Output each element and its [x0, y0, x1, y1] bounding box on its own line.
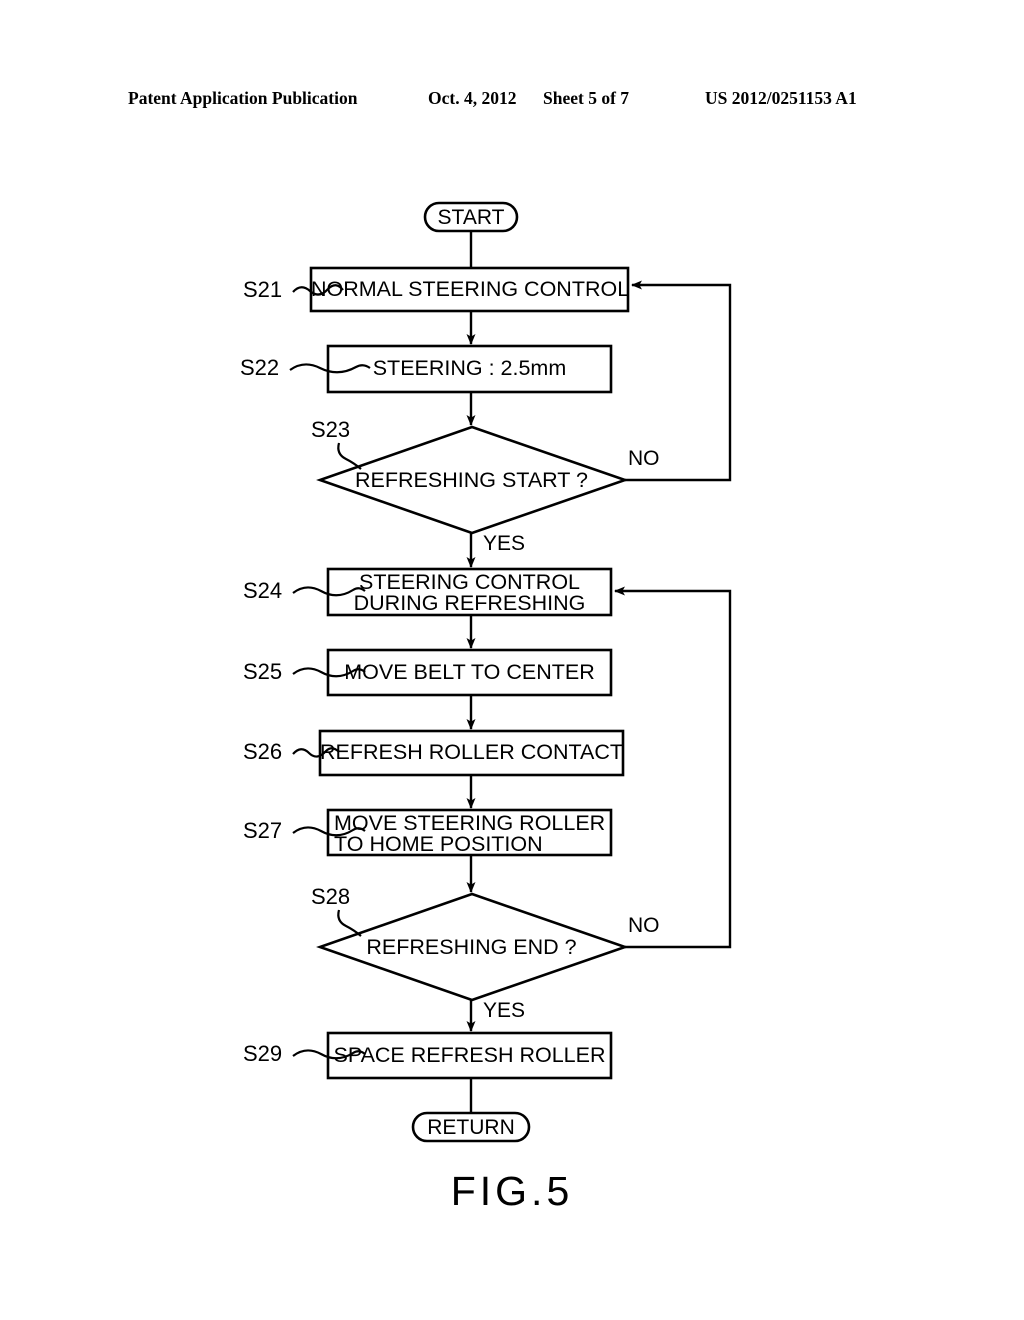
node-s24-label-line2: DURING REFRESHING: [353, 591, 586, 615]
node-s27-label-line2: TO HOME POSITION: [334, 832, 543, 856]
branch-label-s28-no: NO: [628, 914, 660, 937]
step-id-s27: S27: [243, 818, 283, 843]
node-s26-label: REFRESH ROLLER CONTACT: [320, 740, 624, 764]
step-id-s26: S26: [243, 739, 283, 764]
step-id-s29: S29: [243, 1041, 283, 1066]
step-id-s24: S24: [243, 578, 283, 603]
connector-s28-no-loop: [614, 586, 732, 949]
leader-line-s28: [337, 909, 362, 937]
node-s27-label-line1: MOVE STEERING ROLLER: [334, 811, 606, 835]
step-id-s28: S28: [311, 884, 351, 909]
branch-label-s23-yes: YES: [483, 532, 526, 555]
node-s28-label: REFRESHING END ?: [366, 935, 577, 959]
step-id-s23: S23: [311, 417, 351, 442]
leader-line-s23: [337, 442, 362, 470]
node-s24-label-line1: STEERING CONTROL: [359, 570, 580, 594]
node-return-label: RETURN: [427, 1116, 515, 1139]
node-s21-label: NORMAL STEERING CONTROL: [311, 277, 630, 301]
branch-label-s28-yes: YES: [483, 999, 526, 1022]
figure-caption: FIG.5: [450, 1168, 574, 1214]
step-id-s25: S25: [243, 659, 283, 684]
node-start-label: START: [437, 206, 505, 229]
step-id-s22: S22: [240, 355, 280, 380]
node-s22-label: STEERING : 2.5mm: [372, 356, 567, 380]
step-id-s21: S21: [243, 277, 283, 302]
node-s25-label: MOVE BELT TO CENTER: [344, 660, 595, 684]
node-s23-label: REFRESHING START ?: [355, 468, 588, 492]
figure-flowchart: START NORMAL STEERING CONTROL STEERING :…: [0, 0, 1024, 1320]
node-s29-label: SPACE REFRESH ROLLER: [333, 1043, 606, 1067]
branch-label-s23-no: NO: [628, 447, 660, 470]
